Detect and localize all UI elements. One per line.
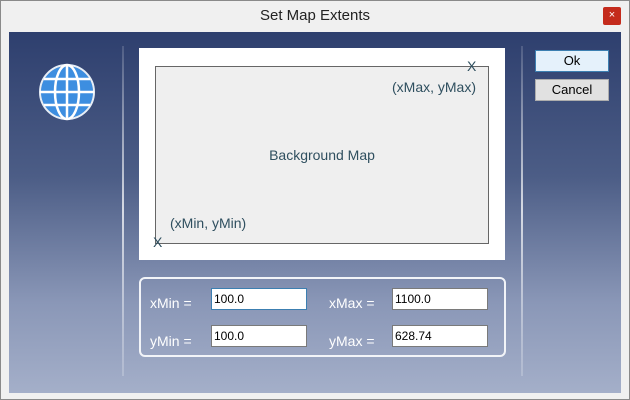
max-corner-label: (xMax, yMax) bbox=[392, 79, 476, 95]
dialog-body: Background Map (xMax, yMax) (xMin, yMin)… bbox=[9, 32, 621, 393]
background-map-label: Background Map bbox=[269, 147, 375, 163]
ymax-label: yMax = bbox=[329, 333, 375, 349]
min-corner-marker: X bbox=[153, 234, 163, 250]
globe-icon bbox=[39, 63, 95, 121]
dialog-title: Set Map Extents bbox=[259, 7, 371, 24]
extent-fields: xMin = xMax = yMin = yMax = bbox=[139, 277, 506, 357]
xmin-label: xMin = bbox=[150, 295, 192, 311]
xmax-input[interactable] bbox=[392, 288, 488, 310]
title-bar[interactable]: Set Map Extents × bbox=[1, 1, 629, 31]
set-map-extents-dialog: Set Map Extents × Background Map (xMax, … bbox=[0, 0, 630, 400]
map-preview: Background Map (xMax, yMax) (xMin, yMin)… bbox=[139, 48, 505, 260]
ymin-label: yMin = bbox=[150, 333, 192, 349]
min-corner-label: (xMin, yMin) bbox=[170, 215, 247, 231]
xmax-label: xMax = bbox=[329, 295, 375, 311]
xmin-input[interactable] bbox=[211, 288, 307, 310]
max-corner-marker: X bbox=[467, 58, 477, 74]
cancel-button[interactable]: Cancel bbox=[535, 79, 609, 101]
ok-button[interactable]: Ok bbox=[535, 50, 609, 72]
separator-left bbox=[122, 46, 124, 376]
ymin-input[interactable] bbox=[211, 325, 307, 347]
ymax-input[interactable] bbox=[392, 325, 488, 347]
separator-right bbox=[521, 46, 523, 376]
close-button[interactable]: × bbox=[603, 7, 621, 25]
background-map-area: Background Map (xMax, yMax) (xMin, yMin) bbox=[155, 66, 489, 244]
close-icon: × bbox=[608, 9, 616, 21]
